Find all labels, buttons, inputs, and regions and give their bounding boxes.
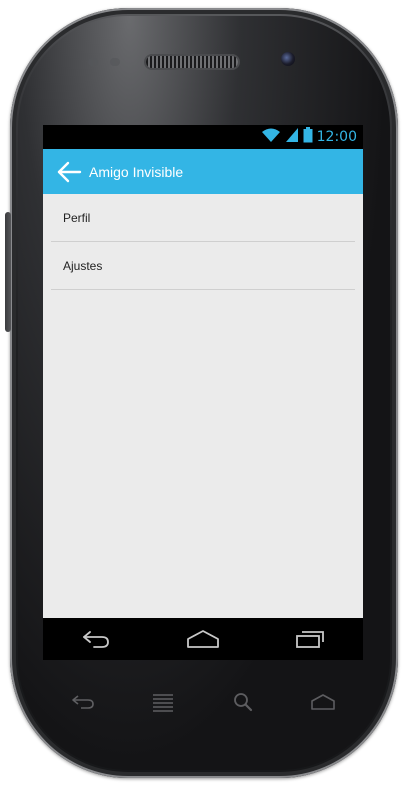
nav-recents-icon[interactable]: [290, 624, 330, 654]
menu-list: Perfil Ajustes: [43, 194, 363, 618]
front-camera: [281, 52, 295, 66]
status-time: 12:00: [316, 129, 357, 145]
earpiece-speaker: [146, 56, 238, 68]
app-title: Amigo Invisible: [89, 163, 184, 180]
list-item-perfil[interactable]: Perfil: [51, 194, 355, 242]
hw-back-icon[interactable]: [65, 688, 101, 716]
hw-home-icon[interactable]: [305, 688, 341, 716]
list-item-label: Ajustes: [63, 258, 103, 273]
battery-icon: [303, 126, 313, 148]
volume-button[interactable]: [5, 212, 11, 332]
light-sensor: [110, 58, 120, 66]
navigation-bar: [43, 618, 363, 660]
hw-search-icon[interactable]: [225, 688, 261, 716]
nav-home-icon[interactable]: [183, 624, 223, 654]
proximity-sensor: [88, 58, 98, 66]
arrow-left-icon[interactable]: [53, 156, 85, 188]
signal-icon: [285, 127, 299, 148]
hardware-keys: [43, 682, 363, 722]
status-bar: 12:00: [43, 125, 363, 149]
wifi-icon: [261, 127, 281, 148]
device-screen: 12:00 Amigo Invisible Perfil Ajustes: [43, 125, 363, 660]
list-item-label: Perfil: [63, 210, 91, 225]
hw-menu-icon[interactable]: [145, 688, 181, 716]
list-item-ajustes[interactable]: Ajustes: [51, 242, 355, 290]
action-bar: Amigo Invisible: [43, 149, 363, 194]
nav-back-icon[interactable]: [76, 624, 116, 654]
